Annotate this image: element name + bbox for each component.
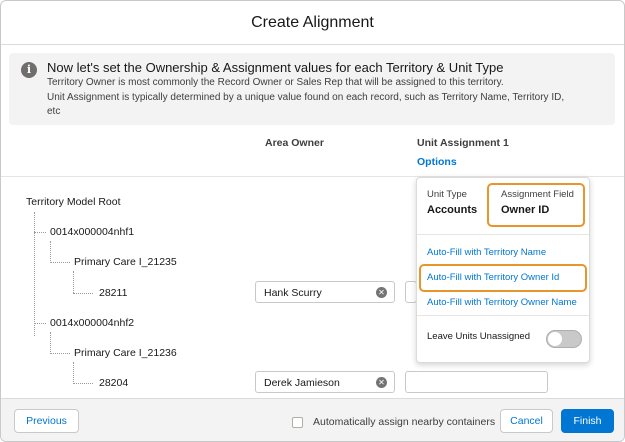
toggle-knob xyxy=(548,332,562,346)
autofill-territory-name-option[interactable]: Auto-Fill with Territory Name xyxy=(427,247,546,258)
area-owner-value: Derek Jamieson xyxy=(264,377,340,389)
area-owner-input[interactable]: Hank Scurry ✕ xyxy=(255,281,395,303)
info-line-2: Unit Assignment is typically determined … xyxy=(47,92,565,103)
leave-unassigned-label: Leave Units Unassigned xyxy=(427,331,530,342)
options-link[interactable]: Options xyxy=(417,156,457,168)
area-owner-header: Area Owner xyxy=(265,137,324,149)
previous-button[interactable]: Previous xyxy=(14,409,79,433)
unit-assignment-input[interactable] xyxy=(405,371,548,393)
tree-connector xyxy=(50,332,51,352)
popover-divider xyxy=(417,234,589,235)
tree-connector xyxy=(34,232,46,233)
info-icon: i xyxy=(21,62,37,78)
info-line-3: etc xyxy=(47,106,61,117)
tree-connector xyxy=(73,362,74,384)
modal-header: Create Alignment xyxy=(1,1,624,45)
unit-assignment-header: Unit Assignment 1 xyxy=(417,137,509,149)
tree-connector xyxy=(73,293,93,294)
cancel-button[interactable]: Cancel xyxy=(500,409,553,433)
tree-node-account-1[interactable]: 0014x000004nhf1 xyxy=(50,226,134,238)
auto-assign-checkbox[interactable] xyxy=(292,417,303,428)
tree-node-account-2[interactable]: 0014x000004nhf2 xyxy=(50,317,134,329)
autofill-territory-owner-name-option[interactable]: Auto-Fill with Territory Owner Name xyxy=(427,297,577,308)
area-owner-value: Hank Scurry xyxy=(264,287,322,299)
leave-unassigned-toggle[interactable] xyxy=(546,330,582,348)
tree-connector xyxy=(34,212,35,336)
info-panel: i Now let's set the Ownership & Assignme… xyxy=(9,53,615,125)
tree-node-primary-care-1[interactable]: Primary Care I_21235 xyxy=(74,256,177,268)
tree-connector xyxy=(50,241,51,261)
tree-node-unit-28204[interactable]: 28204 xyxy=(99,377,128,389)
tree-node-primary-care-2[interactable]: Primary Care I_21236 xyxy=(74,347,177,359)
autofill-territory-owner-id-option[interactable]: Auto-Fill with Territory Owner Id xyxy=(427,272,559,283)
clear-icon[interactable]: ✕ xyxy=(376,377,387,388)
tree-connector xyxy=(50,353,70,354)
clear-icon[interactable]: ✕ xyxy=(376,287,387,298)
create-alignment-modal: Create Alignment i Now let's set the Own… xyxy=(0,0,625,442)
tree-connector xyxy=(73,271,74,293)
tree-connector xyxy=(50,262,70,263)
options-popover: Unit Type Accounts Assignment Field Owne… xyxy=(416,177,590,363)
auto-assign-label: Automatically assign nearby containers xyxy=(313,416,496,428)
unit-type-label: Unit Type xyxy=(427,189,467,200)
modal-title: Create Alignment xyxy=(251,13,374,31)
assignment-field-value: Owner ID xyxy=(501,204,550,216)
info-title: Now let's set the Ownership & Assignment… xyxy=(47,60,504,75)
info-line-1: Territory Owner is most commonly the Rec… xyxy=(47,77,504,88)
unit-type-value: Accounts xyxy=(427,204,478,216)
tree-connector xyxy=(73,383,93,384)
tree-node-unit-28211[interactable]: 28211 xyxy=(99,287,127,299)
tree-connector xyxy=(34,323,46,324)
modal-footer: Previous Automatically assign nearby con… xyxy=(1,398,624,441)
finish-button[interactable]: Finish xyxy=(561,409,614,433)
popover-divider xyxy=(417,315,589,316)
area-owner-input[interactable]: Derek Jamieson ✕ xyxy=(255,371,395,393)
assignment-field-label: Assignment Field xyxy=(501,189,574,200)
tree-root[interactable]: Territory Model Root xyxy=(26,196,121,208)
